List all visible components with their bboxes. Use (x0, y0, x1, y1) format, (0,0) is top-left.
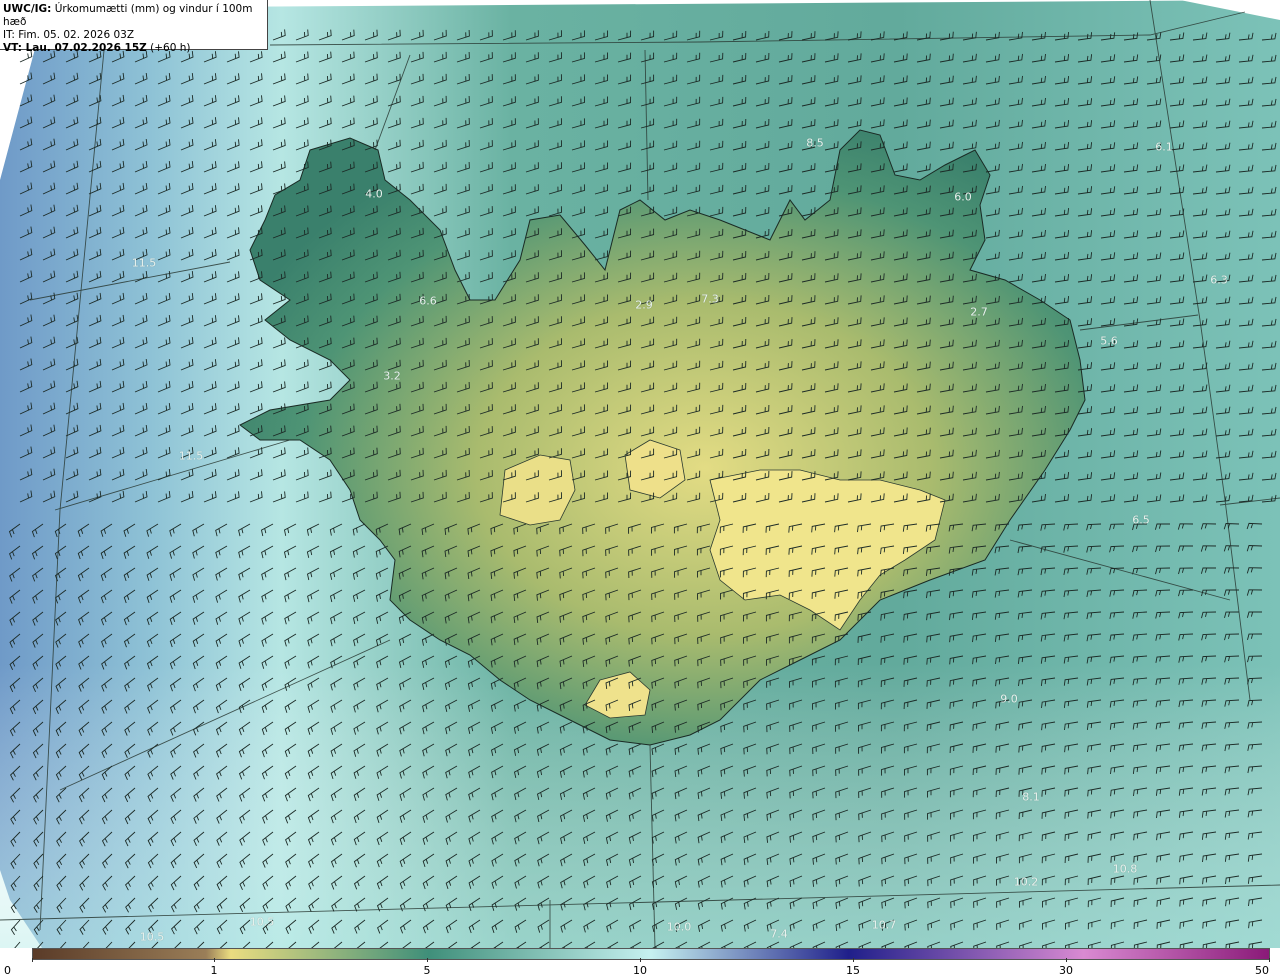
colorbar-tick: 15 (846, 964, 860, 977)
value-label: 7.4 (770, 927, 788, 941)
value-label: 4.0 (365, 187, 383, 201)
colorbar-tick: 10 (633, 964, 647, 977)
value-label: 10.8 (1112, 862, 1138, 876)
value-label: 9.0 (1000, 692, 1018, 706)
value-label: 6.0 (954, 190, 972, 204)
model-label: UWC/IG: (3, 3, 52, 15)
value-label: 7.3 (701, 292, 719, 306)
value-label: 10.5 (249, 915, 275, 929)
colorbar-gradient (32, 948, 1270, 960)
colorbar: 0 1 5 10 15 30 50 (0, 948, 1280, 978)
value-label: 6.1 (1155, 140, 1173, 154)
colorbar-tick: 1 (210, 964, 218, 977)
precipitation-map (0, 0, 1280, 948)
value-label: 6.3 (1210, 273, 1228, 287)
valid-time: VT: Lau. 07.02.2026 15Z (3, 42, 147, 54)
colorbar-tick: 0 (4, 964, 11, 977)
value-label: 10.7 (871, 918, 897, 932)
forecast-hour: (+60 h) (150, 42, 191, 54)
colorbar-tick: 5 (423, 964, 431, 977)
value-label: 3.2 (383, 369, 401, 383)
value-label: 6.5 (1132, 513, 1150, 527)
value-label: 8.1 (1022, 790, 1040, 804)
value-label: 10.0 (666, 920, 692, 934)
map-area[interactable]: UWC/IG: Úrkomumætti (mm) og vindur í 100… (0, 0, 1280, 948)
value-label: 10.5 (139, 930, 165, 944)
value-label: 11.5 (131, 256, 157, 270)
initial-time: IT: Fim. 05. 02. 2026 03Z (3, 29, 135, 41)
value-label: 10.2 (1013, 875, 1039, 889)
colorbar-tick: 50 (1255, 964, 1269, 977)
value-label: 11.5 (178, 449, 204, 463)
map-header: UWC/IG: Úrkomumætti (mm) og vindur í 100… (0, 0, 268, 54)
value-label: 8.5 (806, 136, 824, 150)
value-label: 2.7 (970, 305, 988, 319)
value-label: 2.9 (635, 298, 653, 312)
value-label: 6.6 (419, 294, 437, 308)
colorbar-tick: 30 (1059, 964, 1073, 977)
value-label: 5.6 (1100, 334, 1118, 348)
